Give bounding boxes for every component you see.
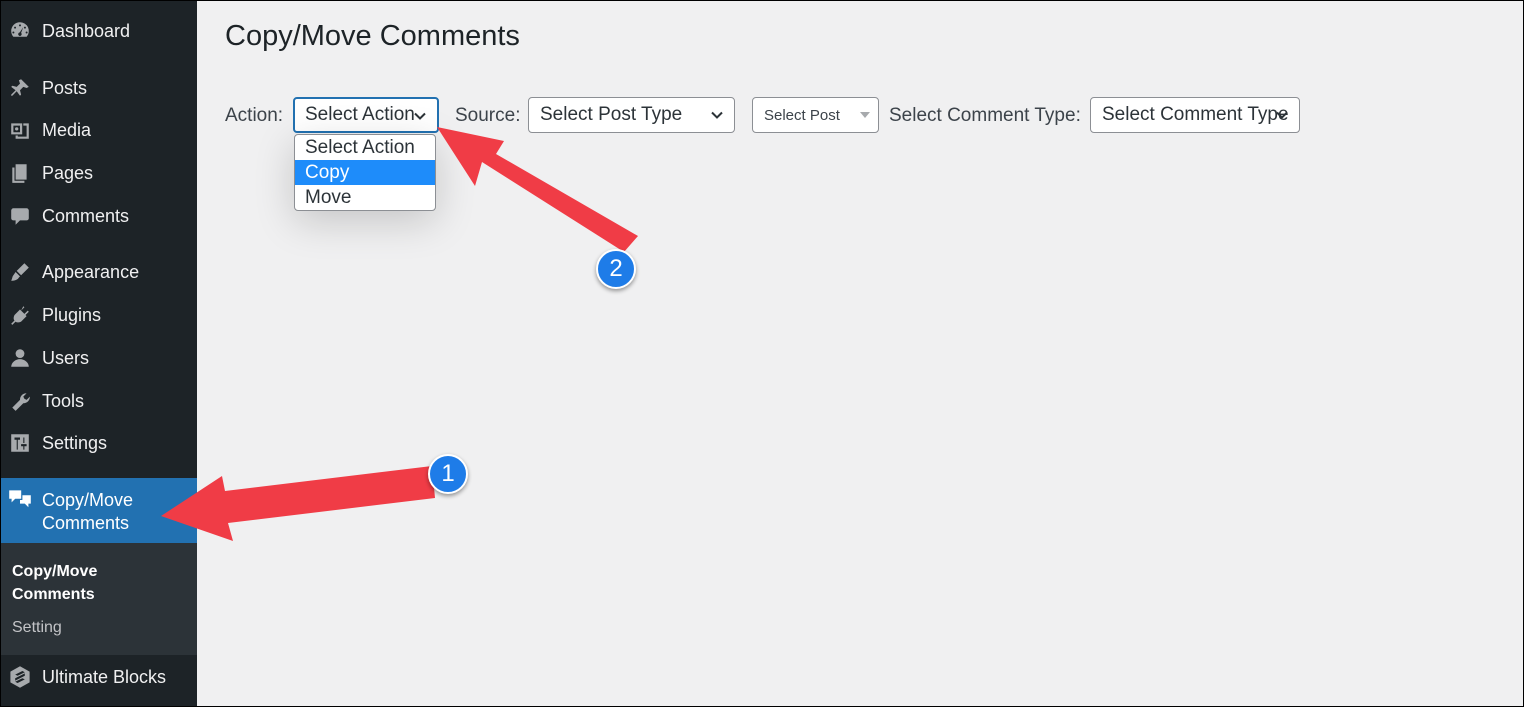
dashboard-icon (8, 19, 32, 43)
chevron-down-icon (1276, 111, 1288, 119)
annotation-badge-1: 1 (428, 454, 468, 494)
sidebar-item-label: Plugins (42, 304, 102, 325)
sidebar-item-label: Ultimate Blocks (42, 666, 167, 687)
sidebar-item-label: Dashboard (42, 20, 131, 41)
option-move[interactable]: Move (295, 185, 435, 210)
ultimate-blocks-icon (8, 665, 32, 689)
admin-sidebar: Dashboard Posts Media Pages Comments App… (0, 0, 197, 707)
comment-type-select[interactable]: Select Comment Type (1090, 97, 1300, 133)
action-select-value: Select Action (305, 104, 415, 125)
post-type-select-value: Select Post Type (540, 104, 683, 125)
sidebar-item-label: Posts (42, 77, 88, 98)
pin-icon (8, 76, 32, 100)
action-select[interactable]: Select Action (293, 97, 439, 133)
action-label: Action: (225, 105, 284, 126)
post-select-value: Select Post (764, 106, 840, 124)
comments-icon (8, 488, 32, 512)
sidebar-item-copy-move-comments[interactable]: Copy/Move Comments (0, 478, 197, 543)
pages-icon (8, 161, 32, 185)
comment-icon (8, 204, 32, 228)
wrench-icon (8, 389, 32, 413)
media-icon (8, 118, 32, 142)
sidebar-item-posts[interactable]: Posts (0, 68, 197, 108)
caret-down-icon (860, 112, 870, 118)
sidebar-submenu: Copy/Move Comments Setting (0, 543, 197, 655)
settings-icon (8, 431, 32, 455)
action-dropdown-list: Select Action Copy Move (294, 134, 436, 211)
sidebar-item-label: Tools (42, 390, 85, 411)
post-type-select[interactable]: Select Post Type (528, 97, 735, 133)
plug-icon (8, 303, 32, 327)
sidebar-item-label: Appearance (42, 261, 140, 282)
submenu-item-copy-move-comments[interactable]: Copy/Move Comments (12, 560, 162, 606)
sidebar-item-label: Copy/Move Comments (42, 490, 134, 533)
post-select[interactable]: Select Post (752, 97, 879, 133)
sidebar-item-media[interactable]: Media (0, 110, 197, 150)
sidebar-item-label: Users (42, 347, 90, 368)
option-select-action[interactable]: Select Action (295, 135, 435, 160)
annotation-arrow-2 (437, 127, 638, 252)
sidebar-item-label: Settings (42, 432, 108, 453)
sidebar-item-tools[interactable]: Tools (0, 381, 197, 421)
sidebar-item-ultimate-blocks[interactable]: Ultimate Blocks (0, 657, 197, 697)
sidebar-item-dashboard[interactable]: Dashboard (0, 11, 197, 51)
sidebar-item-comments[interactable]: Comments (0, 196, 197, 236)
page-title: Copy/Move Comments (225, 20, 520, 52)
sidebar-item-users[interactable]: Users (0, 338, 197, 378)
sidebar-item-label: Comments (42, 205, 130, 226)
sidebar-item-settings[interactable]: Settings (0, 423, 197, 463)
sidebar-item-label: Media (42, 119, 92, 140)
source-label: Source: (455, 105, 521, 126)
comment-type-select-value: Select Comment Type (1102, 104, 1289, 125)
user-icon (8, 346, 32, 370)
option-copy[interactable]: Copy (295, 160, 435, 185)
comment-type-label: Select Comment Type: (889, 105, 1081, 126)
annotation-badge-2: 2 (596, 249, 636, 289)
annotation-arrow-1 (161, 466, 435, 541)
sidebar-item-pages[interactable]: Pages (0, 153, 197, 193)
sidebar-item-label: Pages (42, 162, 94, 183)
sidebar-item-plugins[interactable]: Plugins (0, 295, 197, 335)
brush-icon (8, 260, 32, 284)
submenu-item-setting[interactable]: Setting (12, 619, 62, 637)
sidebar-item-appearance[interactable]: Appearance (0, 252, 197, 292)
chevron-down-icon (711, 111, 723, 119)
chevron-down-icon (414, 112, 426, 120)
